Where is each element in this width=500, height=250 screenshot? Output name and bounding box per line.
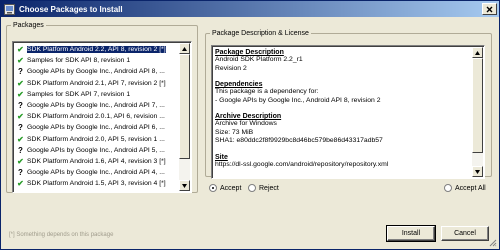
description-legend: Package Description & License (212, 30, 309, 37)
list-item[interactable]: ? Google APIs by Google Inc., Android API… (14, 100, 180, 111)
check-icon: ✔ (17, 179, 24, 189)
question-icon: ? (18, 101, 23, 111)
list-item[interactable]: ? Google APIs by Google Inc., Android API… (14, 167, 180, 178)
dialog-window: Choose Packages to Install Packages ✔ SDK… (0, 0, 500, 250)
arrow-up-icon (475, 50, 480, 55)
description-panel[interactable]: Package Description Android SDK Platform… (211, 45, 485, 179)
desc-scroll-up-button[interactable] (472, 47, 483, 58)
check-icon: ✔ (17, 45, 24, 55)
scroll-up-button[interactable] (179, 43, 190, 54)
package-line: Android SDK Platform 2.2_r1 (215, 56, 303, 63)
package-label: Google APIs by Google Inc., Android API … (27, 146, 165, 154)
packages-list-items: ✔ SDK Platform Android 2.2, API 8, revisi… (14, 44, 180, 193)
question-icon: ? (18, 168, 23, 178)
arrow-down-icon (182, 183, 187, 188)
site-url: https://dl-ssl.google.com/android/reposi… (215, 160, 389, 168)
package-label: Google APIs by Google Inc., Android API … (27, 169, 165, 177)
reject-label: Reject (259, 184, 279, 192)
package-label: Samples for SDK API 7, revision 1 (27, 90, 131, 98)
arrow-down-icon (475, 169, 480, 174)
dependency-hint: [*] Something depends on this package (9, 232, 114, 238)
package-label: Google APIs by Google Inc., Android API … (27, 124, 165, 132)
package-label: SDK Platform Android 1.5, API 3, revisio… (27, 180, 166, 188)
accept-all-radio-dot[interactable] (444, 184, 452, 192)
list-item[interactable]: ✔ SDK Platform Android 2.1, API 7, revisi… (14, 78, 180, 89)
archive-line: Size: 73 MiB (215, 128, 254, 136)
list-item[interactable]: ? Google APIs by Google Inc., Android API… (14, 66, 180, 77)
check-icon: ✔ (17, 156, 24, 166)
cancel-button[interactable]: Cancel (441, 226, 489, 241)
list-item[interactable]: ✔ SDK Platform Android 1.5, API 3, revisi… (14, 178, 180, 189)
archive-line: Archive for Windows (215, 120, 277, 127)
package-label: Google APIs by Google Inc., Android API … (27, 102, 165, 110)
package-label: SDK Platform Android 1.6, API 4, revisio… (27, 157, 166, 165)
list-item[interactable]: ? Google APIs by Google Inc., Android API… (14, 122, 180, 133)
package-label: Google APIs by Google Inc., Android API … (27, 192, 165, 193)
accept-label: Accept (220, 184, 242, 192)
dependencies-heading: Dependencies (215, 81, 263, 88)
description-scrollbar[interactable] (472, 47, 483, 177)
check-icon: ✔ (17, 78, 24, 88)
check-icon: ✔ (17, 56, 24, 66)
archive-heading: Archive Description (215, 113, 282, 120)
list-item[interactable]: ✔ SDK Platform Android 2.0.1, API 6, revi… (14, 111, 180, 122)
list-item[interactable]: ✔ Samples for SDK API 7, revision 1 (14, 89, 180, 100)
check-icon: ✔ (17, 89, 24, 99)
package-label: SDK Platform Android 2.0.1, API 6, revis… (27, 113, 165, 121)
list-item[interactable]: ?Google APIs by Google Inc., Android API… (14, 189, 180, 193)
list-item[interactable]: ✔ Samples for SDK API 8, revision 1 (14, 55, 180, 66)
packages-list[interactable]: ✔ SDK Platform Android 2.2, API 8, revisi… (12, 41, 192, 193)
package-label: Samples for SDK API 8, revision 1 (27, 57, 131, 65)
question-icon: ? (18, 67, 23, 77)
desc-scroll-down-button[interactable] (472, 166, 483, 177)
window-title: Choose Packages to Install (19, 4, 123, 14)
description-group: Package Description & License Package De… (205, 30, 492, 179)
accept-all-radio[interactable]: Accept All (444, 184, 486, 192)
question-icon: ? (16, 191, 25, 192)
scroll-down-button[interactable] (179, 180, 190, 191)
site-heading: Site (215, 153, 228, 161)
packages-group: Packages ✔ SDK Platform Android 2.2, API … (6, 22, 198, 193)
packages-scrollbar[interactable] (179, 43, 190, 191)
arrow-up-icon (182, 46, 187, 51)
check-icon: ✔ (17, 134, 24, 144)
accept-all-label: Accept All (455, 184, 486, 192)
package-heading: Package Description (215, 49, 284, 56)
title-bar: Choose Packages to Install (1, 1, 499, 17)
app-icon (4, 3, 15, 15)
package-line: Revision 2 (215, 64, 247, 72)
accept-radio-dot[interactable] (209, 184, 217, 192)
package-label: SDK Platform Android 2.0, API 5, revisio… (27, 135, 165, 143)
question-icon: ? (18, 145, 23, 155)
package-label: SDK Platform Android 2.1, API 7, revisio… (27, 79, 166, 87)
scroll-thumb[interactable] (179, 54, 190, 159)
list-item[interactable]: ✔ SDK Platform Android 2.2, API 8, revisi… (14, 44, 180, 55)
install-button[interactable]: Install (386, 225, 436, 242)
check-icon: ✔ (17, 112, 24, 122)
package-label: SDK Platform Android 2.2, API 8, revisio… (26, 45, 167, 55)
package-label: Google APIs by Google Inc., Android API … (27, 68, 165, 76)
list-item[interactable]: ✔ SDK Platform Android 2.0, API 5, revisi… (14, 134, 180, 145)
close-icon (486, 6, 493, 12)
question-icon: ? (18, 123, 23, 133)
reject-radio[interactable]: Reject (248, 184, 279, 192)
archive-line: SHA1: e80ddc2f8f9929bc8d46bc579be86d4331… (215, 137, 383, 144)
reject-radio-dot[interactable] (248, 184, 256, 192)
resize-grip-icon[interactable] (489, 239, 497, 247)
accept-radio[interactable]: Accept (209, 184, 241, 192)
dependency-line: - Google APIs by Google Inc., Android AP… (215, 96, 381, 104)
close-button[interactable] (482, 3, 497, 15)
packages-legend: Packages (13, 22, 44, 29)
dependency-line: This package is a dependency for: (215, 88, 319, 95)
list-item[interactable]: ✔ SDK Platform Android 1.6, API 4, revisi… (14, 156, 180, 167)
desc-scroll-thumb[interactable] (472, 58, 483, 153)
list-item[interactable]: ? Google APIs by Google Inc., Android API… (14, 145, 180, 156)
